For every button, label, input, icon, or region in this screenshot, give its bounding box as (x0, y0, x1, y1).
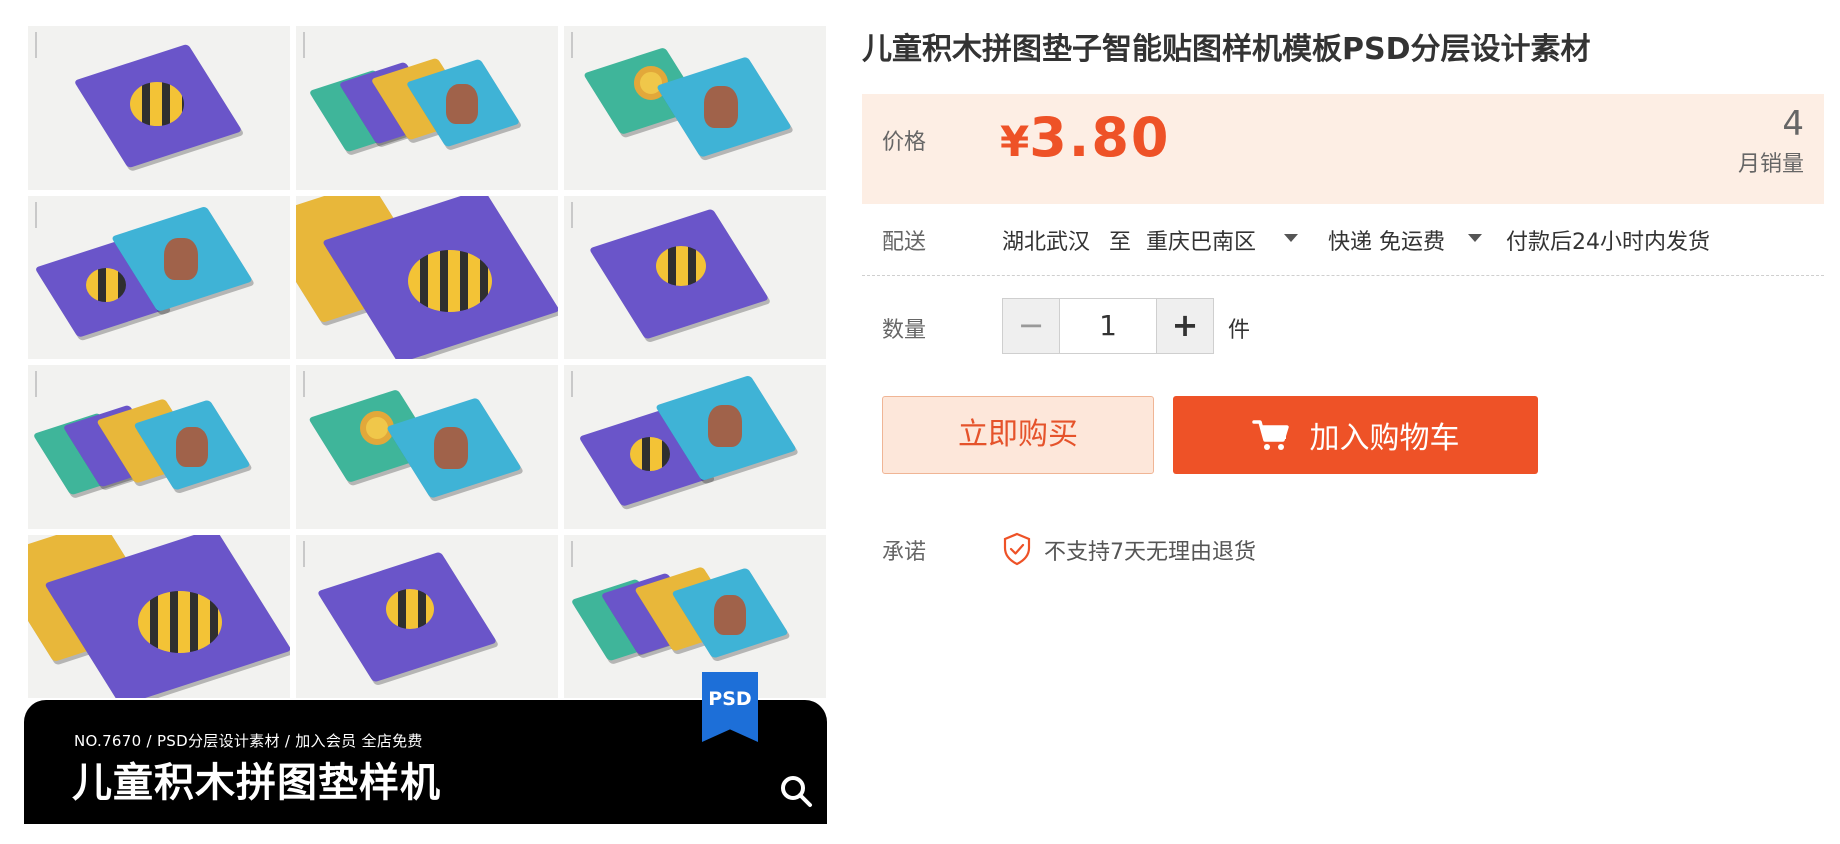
destination-select[interactable]: 重庆巴南区 (1146, 224, 1256, 256)
mockup-thumb (28, 534, 290, 698)
quantity-stepper: − 1 + (1002, 298, 1214, 354)
search-icon[interactable] (779, 774, 813, 808)
psd-badge: PSD (702, 672, 758, 742)
sales-label: 月销量 (1737, 152, 1804, 177)
banner-meta: NO.7670 / PSD分层设计素材 / 加入会员 全店免费 (74, 732, 423, 750)
decrease-button[interactable]: − (1003, 299, 1059, 353)
mockup-thumb (296, 365, 558, 529)
promise-row: 承诺 不支持7天无理由退货 (862, 530, 1824, 570)
shipping-method-select[interactable]: 快递 免运费 (1328, 224, 1445, 256)
quantity-row: 数量 − 1 + 件 (862, 296, 1824, 356)
monthly-sales: 4 月销量 (1738, 104, 1804, 178)
mockup-thumb (28, 26, 290, 190)
mockup-thumb (28, 365, 290, 529)
promise-text: 不支持7天无理由退货 (1044, 540, 1256, 565)
dispatch-info: 付款后24小时内发货 (1506, 230, 1710, 255)
sales-count: 4 (1782, 104, 1804, 144)
mockup-grid (28, 26, 826, 698)
mockup-thumb (296, 534, 558, 698)
ship-from: 湖北武汉 (1002, 230, 1091, 255)
shipping-label: 配送 (882, 230, 927, 255)
quantity-input[interactable]: 1 (1059, 299, 1157, 353)
mockup-thumb (564, 365, 826, 529)
mockup-thumb (296, 26, 558, 190)
price-label: 价格 (882, 130, 927, 155)
quantity-label: 数量 (882, 318, 927, 343)
add-to-cart-button[interactable]: 加入购物车 (1173, 396, 1538, 474)
price-amount: 3.80 (1029, 106, 1171, 169)
banner-title: 儿童积木拼图垫样机 (72, 760, 441, 806)
product-image[interactable]: PSD NO.7670 / PSD分层设计素材 / 加入会员 全店免费 儿童积木… (24, 24, 827, 824)
mockup-thumb (296, 195, 558, 359)
quantity-unit: 件 (1228, 318, 1251, 343)
chevron-down-icon[interactable] (1468, 234, 1482, 242)
chevron-down-icon[interactable] (1284, 234, 1298, 242)
add-to-cart-label: 加入购物车 (1309, 421, 1460, 456)
product-title: 儿童积木拼图垫子智能贴图样机模板PSD分层设计素材 (862, 32, 1591, 67)
shipping-row: 配送 湖北武汉 至 重庆巴南区 快递 免运费 付款后24小时内发货 (862, 210, 1824, 276)
mockup-thumb (28, 195, 290, 359)
image-banner: PSD NO.7670 / PSD分层设计素材 / 加入会员 全店免费 儿童积木… (24, 672, 827, 824)
price-value: ¥3.80 (1000, 106, 1170, 169)
ship-to-word: 至 (1109, 230, 1132, 255)
mockup-thumb (564, 195, 826, 359)
currency-symbol: ¥ (1000, 117, 1030, 166)
shield-check-icon (1003, 532, 1031, 566)
price-box: 价格 ¥3.80 4 月销量 (862, 94, 1824, 204)
buy-now-button[interactable]: 立即购买 (882, 396, 1154, 474)
increase-button[interactable]: + (1157, 299, 1213, 353)
promise-label: 承诺 (882, 540, 927, 565)
cart-icon (1251, 420, 1289, 450)
mockup-thumb (564, 534, 826, 698)
mockup-thumb (564, 26, 826, 190)
